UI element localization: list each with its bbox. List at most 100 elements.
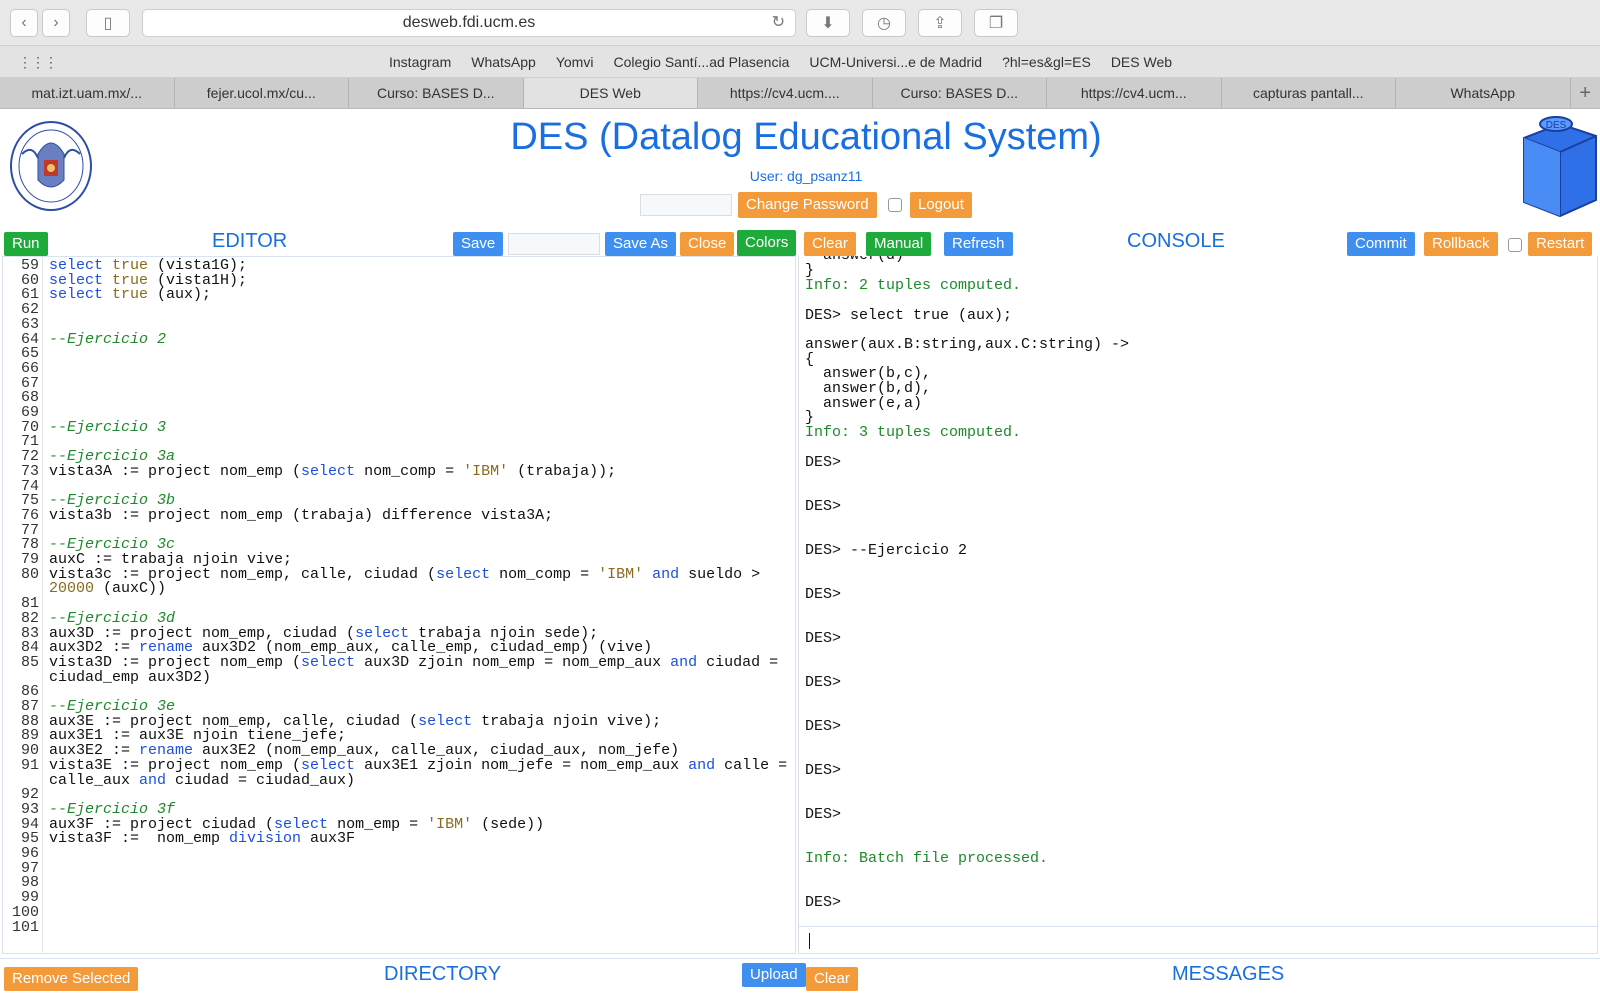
tab-bar: mat.izt.uam.mx/... fejer.ucol.mx/cu... Cur…	[0, 78, 1600, 109]
refresh-button[interactable]: Refresh	[944, 232, 1013, 256]
console-title: CONSOLE	[1127, 230, 1225, 252]
code-line: --Ejercicio 2	[49, 330, 167, 348]
forward-button[interactable]: ›	[42, 9, 70, 37]
browser-tab[interactable]: WhatsApp	[1396, 78, 1571, 108]
run-button[interactable]: Run	[4, 232, 48, 256]
line-number: 84	[20, 639, 39, 657]
restart-button[interactable]: Restart	[1528, 232, 1593, 256]
console-line: }	[805, 262, 815, 279]
code-line: --Ejercicio 3b	[49, 492, 176, 510]
save-as-button[interactable]: Save As	[605, 232, 677, 256]
line-number: 96	[20, 845, 39, 862]
line-number: 93	[20, 800, 39, 818]
bookmark-item[interactable]: Colegio Santí...ad Plasencia	[613, 54, 789, 70]
save-button[interactable]: Save	[453, 232, 504, 256]
code-line: calle_aux and ciudad = ciudad_aux)	[49, 771, 356, 789]
line-number: 82	[20, 609, 39, 627]
share-button[interactable]: ⇪	[918, 9, 962, 37]
remove-selected-button[interactable]: Remove Selected	[4, 967, 139, 991]
back-button[interactable]: ‹	[10, 9, 38, 37]
sidebar-toggle-button[interactable]: ▯	[86, 9, 130, 37]
line-number: 69	[20, 404, 39, 421]
logout-button[interactable]: Logout	[910, 192, 972, 218]
line-number: 63	[20, 315, 39, 333]
code-line: --Ejercicio 3e	[49, 698, 176, 715]
bookmark-item[interactable]: WhatsApp	[471, 54, 536, 70]
console-line: DES>	[805, 498, 842, 515]
code-line: vista3b := project nom_emp (trabaja) dif…	[49, 506, 554, 524]
reload-icon[interactable]: ↻	[772, 10, 785, 36]
console-line: DES> --Ejercicio 2	[805, 542, 968, 559]
browser-tab[interactable]: Curso: BASES D...	[349, 78, 524, 108]
code-editor[interactable]: 59 60 61 62 63 64 65 66 67 68 69 70 71 72 73 74 75 76 77 78…	[2, 256, 796, 954]
line-number: 81	[20, 595, 39, 613]
console-line: Info: Batch file processed.	[805, 850, 1049, 867]
close-button[interactable]: Close	[680, 232, 735, 256]
console-line: DES>	[805, 586, 842, 603]
browser-tab[interactable]: https://cv4.ucm....	[698, 78, 873, 108]
address-bar[interactable]: desweb.fdi.ucm.es ↻	[142, 9, 796, 37]
console-line: answer(aux.B:string,aux.C:string) ->	[805, 336, 1130, 353]
console-input[interactable]	[798, 926, 1598, 954]
browser-tab[interactable]: fejer.ucol.mx/cu...	[175, 78, 349, 108]
tabs-overview-button[interactable]: ❐	[974, 9, 1018, 37]
manual-button[interactable]: Manual	[866, 232, 932, 256]
line-number: 59	[20, 257, 39, 274]
console-output: answer(d)}Info: 2 tuples computed.DES> s…	[798, 256, 1598, 926]
code-line: vista3F := nom_emp division aux3F	[49, 830, 356, 848]
browser-tab[interactable]: mat.izt.uam.mx/...	[0, 78, 175, 108]
code-line: ciudad_emp aux3D2)	[49, 668, 212, 686]
line-number: 99	[20, 889, 39, 907]
text-caret	[809, 933, 810, 949]
commit-button[interactable]: Commit	[1347, 232, 1415, 256]
code-line: select true (aux);	[49, 286, 212, 304]
line-number: 85	[20, 653, 39, 671]
browser-tab[interactable]: https://cv4.ucm...	[1047, 78, 1222, 108]
line-number: 75	[20, 492, 39, 510]
console-line: }	[805, 409, 815, 426]
bookmark-item[interactable]: DES Web	[1111, 54, 1172, 70]
console-line: DES>	[805, 806, 842, 823]
console-clear-button[interactable]: Clear	[804, 232, 856, 256]
console-line: answer(e,a)	[805, 395, 923, 412]
bookmark-item[interactable]: UCM-Universi...e de Madrid	[809, 54, 982, 70]
new-tab-button[interactable]: +	[1571, 78, 1600, 108]
autocommit-checkbox[interactable]	[1508, 238, 1522, 252]
line-number: 66	[20, 359, 39, 377]
filename-input[interactable]	[508, 233, 600, 255]
logout-checkbox[interactable]	[888, 198, 902, 212]
colors-button[interactable]: Colors	[737, 230, 797, 256]
downloads-button[interactable]: ⬇	[806, 9, 850, 37]
code-line: --Ejercicio 3a	[49, 448, 176, 466]
rollback-button[interactable]: Rollback	[1424, 232, 1498, 256]
upload-button[interactable]: Upload	[742, 963, 806, 987]
code-line: --Ejercicio 3	[49, 418, 167, 436]
svg-text:DES: DES	[1546, 120, 1567, 131]
browser-tab[interactable]: capturas pantall...	[1222, 78, 1396, 108]
console-line: DES>	[805, 630, 842, 647]
change-password-button[interactable]: Change Password	[738, 192, 877, 218]
bookmark-item[interactable]: ?hl=es&gl=ES	[1002, 54, 1091, 70]
des-logo-icon: DES	[1523, 116, 1597, 218]
line-number: 87	[20, 698, 39, 715]
browser-tab[interactable]: Curso: BASES D...	[873, 78, 1047, 108]
console-line: answer(d)	[805, 256, 904, 263]
messages-clear-button[interactable]: Clear	[806, 967, 858, 991]
line-number: 73	[20, 462, 39, 480]
console-line: Info: 2 tuples computed.	[805, 277, 1022, 294]
bookmark-item[interactable]: Instagram	[389, 54, 451, 70]
apps-grid-icon[interactable]: ⋮⋮⋮	[18, 54, 58, 71]
browser-tab[interactable]: DES Web	[523, 78, 698, 108]
code-line: --Ejercicio 3f	[49, 800, 176, 818]
bookmark-item[interactable]: Yomvi	[556, 54, 594, 70]
line-number-gutter: 59 60 61 62 63 64 65 66 67 68 69 70 71 72 73 74 75 76 77 78…	[3, 257, 43, 953]
history-button[interactable]: ◷	[862, 9, 906, 37]
code-line: auxC := trabaja njoin vive;	[49, 551, 293, 568]
console-line: answer(b,d),	[805, 380, 932, 397]
code-line: aux3E2 := rename aux3E2 (nom_emp_aux, ca…	[49, 742, 680, 760]
console-line: answer(b,c),	[805, 365, 932, 382]
line-number: 91	[20, 756, 39, 774]
user-label: User: dg_psanz11	[749, 168, 863, 184]
bottom-panels: Remove Selected DIRECTORY Upload Clear M…	[0, 958, 1600, 1000]
password-input[interactable]	[640, 194, 732, 216]
